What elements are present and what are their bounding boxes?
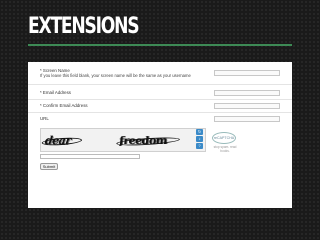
captcha-image: dear freedom bbox=[40, 128, 206, 152]
audio-icon[interactable]: ♪ bbox=[196, 136, 203, 142]
screen-name-help: If you leave this field blank, your scre… bbox=[40, 73, 191, 79]
url-field[interactable] bbox=[214, 116, 280, 122]
captcha-tools: ↻ ♪ ? bbox=[196, 129, 204, 150]
slide-title: EXTENSIONS bbox=[28, 14, 140, 39]
row-divider bbox=[28, 99, 292, 100]
title-underline bbox=[28, 44, 292, 46]
confirm-email-label: * Confirm Email Address bbox=[40, 103, 88, 108]
email-label: * Email Address bbox=[40, 90, 71, 95]
screen-name-label-text: * Screen Name bbox=[40, 68, 70, 73]
email-field[interactable] bbox=[214, 90, 280, 96]
confirm-email-field[interactable] bbox=[214, 103, 280, 109]
row-divider bbox=[28, 84, 292, 85]
captcha-word-2: freedom bbox=[118, 133, 177, 147]
screen-name-field[interactable] bbox=[214, 70, 280, 76]
screen-name-label: * Screen Name If you leave this field bl… bbox=[40, 68, 210, 79]
captcha-response-input[interactable] bbox=[40, 154, 140, 159]
row-divider bbox=[28, 112, 292, 113]
captcha-word-1: dear bbox=[44, 133, 80, 148]
submit-button[interactable]: Submit bbox=[40, 163, 58, 170]
help-icon[interactable]: ? bbox=[196, 143, 203, 149]
url-label: URL bbox=[40, 116, 49, 121]
registration-form: * Screen Name If you leave this field bl… bbox=[28, 62, 292, 208]
refresh-icon[interactable]: ↻ bbox=[196, 129, 203, 135]
recaptcha-tagline: stop spam. read books. bbox=[213, 145, 237, 153]
recaptcha-logo: reCAPTCHA bbox=[212, 132, 236, 144]
